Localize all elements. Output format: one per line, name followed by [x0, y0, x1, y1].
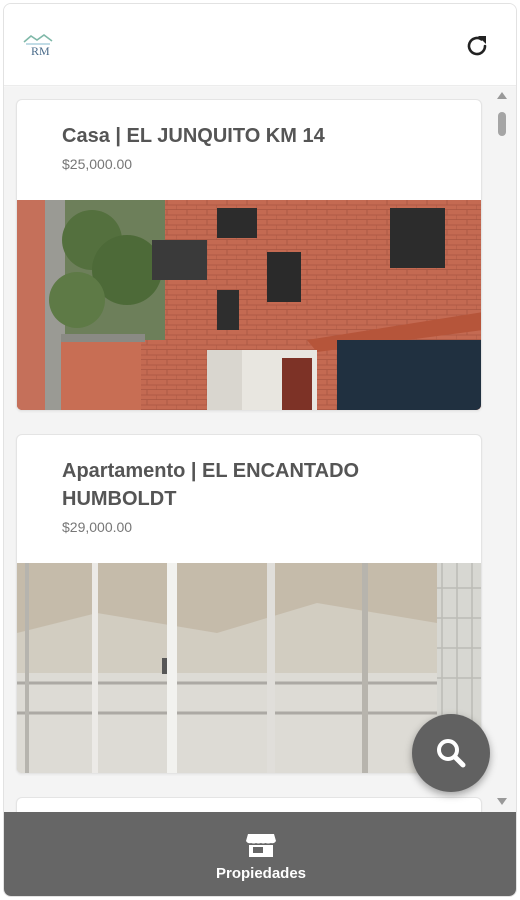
listing-title: Apartamento | EL ENCANTADO HUMBOLDT [62, 460, 360, 510]
tab-label: Propiedades [215, 865, 307, 882]
listings-feed[interactable]: Casa | EL JUNQUITO KM 14 $25,000.00 Apar… [4, 87, 516, 814]
logo-text: RM [31, 44, 50, 58]
refresh-button[interactable] [459, 28, 495, 64]
listing-price: $29,000.00 [62, 519, 133, 535]
listing-card[interactable]: Apartamento | EL ENCANTADO HUMBOLDT $29,… [16, 434, 482, 774]
listing-price: $25,000.00 [62, 156, 133, 172]
listing-card[interactable]: Casa | EL JUNQUITO KM 14 $25,000.00 [16, 99, 482, 411]
scrollbar-thumb[interactable] [498, 112, 506, 136]
listing-title: Casa | EL JUNQUITO KM 14 [62, 125, 325, 147]
scrollbar[interactable] [494, 90, 510, 810]
app-window: RM Casa | EL JUNQUITO KM 14 $25,000.00 A… [3, 3, 517, 897]
logo: RM [20, 30, 60, 60]
tab-propiedades[interactable]: Propiedades [184, 812, 338, 896]
search-icon [437, 739, 466, 768]
app-header: RM [4, 4, 516, 86]
listing-photo [17, 200, 481, 410]
store-icon [245, 832, 277, 858]
bottom-nav: Propiedades [4, 812, 516, 896]
search-fab[interactable] [412, 714, 490, 792]
refresh-icon [467, 36, 487, 56]
